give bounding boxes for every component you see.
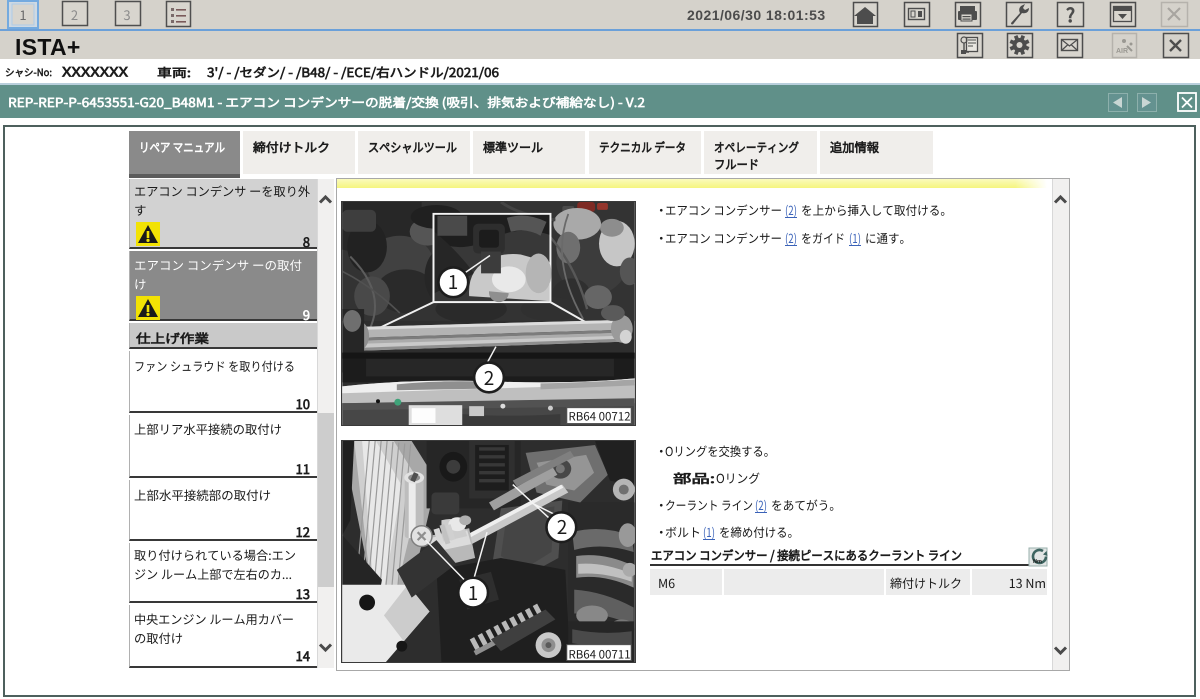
svg-text:Nm: Nm — [1033, 559, 1042, 565]
